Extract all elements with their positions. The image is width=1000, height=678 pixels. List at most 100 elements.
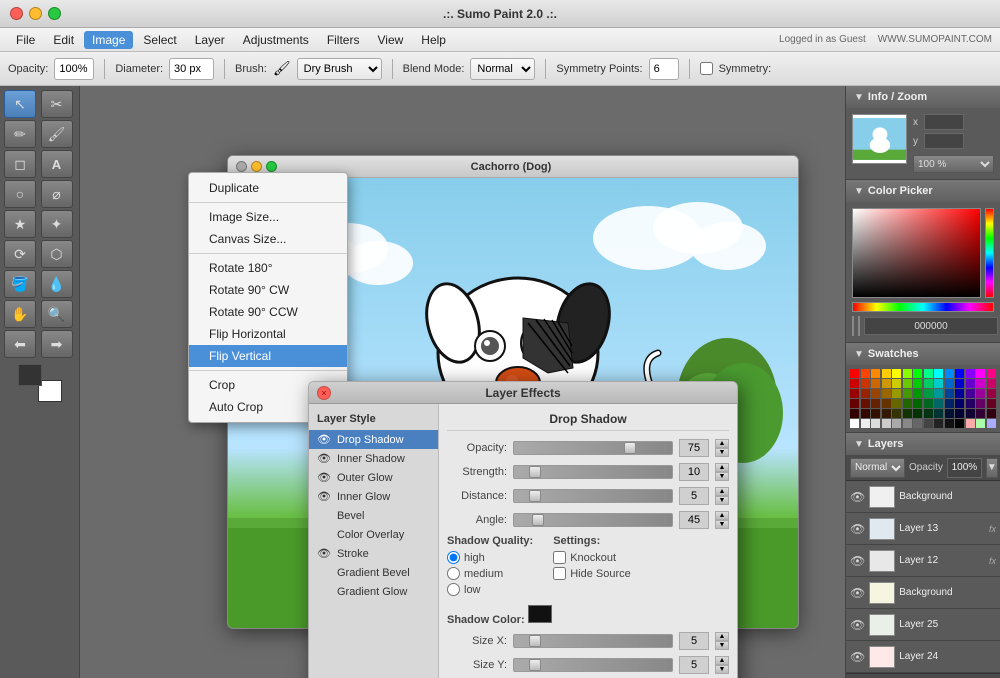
text-tool-btn[interactable]: A <box>41 150 73 178</box>
swatch[interactable] <box>913 419 922 428</box>
swatch[interactable] <box>934 389 943 398</box>
swatch[interactable] <box>966 369 975 378</box>
y-coord-input[interactable] <box>924 133 964 149</box>
pencil-tool-btn[interactable]: ✏ <box>4 120 36 148</box>
strength-up[interactable]: ▲ <box>715 463 729 472</box>
menu-adjustments[interactable]: Adjustments <box>235 31 317 49</box>
effect-gradient-glow[interactable]: 👁 Gradient Glow <box>309 582 438 601</box>
swatch[interactable] <box>903 369 912 378</box>
info-zoom-header[interactable]: ▼ Info / Zoom <box>846 86 1000 108</box>
swatch[interactable] <box>987 379 996 388</box>
swatch[interactable] <box>966 399 975 408</box>
swatch[interactable] <box>934 419 943 428</box>
hand-tool-btn[interactable]: ⬅ <box>4 330 36 358</box>
swatch[interactable] <box>966 379 975 388</box>
swatch[interactable] <box>913 409 922 418</box>
lasso-tool-btn[interactable]: ⌀ <box>41 180 73 208</box>
swatch[interactable] <box>987 409 996 418</box>
swatch[interactable] <box>850 419 859 428</box>
swatch[interactable] <box>945 379 954 388</box>
swatch[interactable] <box>892 389 901 398</box>
distance-down[interactable]: ▼ <box>715 496 729 505</box>
swatch[interactable] <box>924 419 933 428</box>
effect-color-overlay[interactable]: 👁 Color Overlay <box>309 525 438 544</box>
fg-bg-colors[interactable] <box>18 364 62 402</box>
hue-bar-vertical[interactable] <box>985 208 994 298</box>
layer-item[interactable]: 👁Layer 13fx <box>846 513 1000 545</box>
current-color-box[interactable] <box>852 316 854 336</box>
swatch[interactable] <box>850 389 859 398</box>
move-tool-btn[interactable]: ✋ <box>4 300 36 328</box>
menu-rotate180[interactable]: Rotate 180° <box>189 257 347 279</box>
swatch[interactable] <box>861 419 870 428</box>
x-coord-input[interactable] <box>924 114 964 130</box>
dropper-tool-btn[interactable]: 💧 <box>41 270 73 298</box>
menu-filters[interactable]: Filters <box>319 31 368 49</box>
layer-eye-icon[interactable]: 👁 <box>850 554 865 568</box>
size-y-slider[interactable] <box>513 658 673 672</box>
swatch[interactable] <box>987 389 996 398</box>
swatch[interactable] <box>871 409 880 418</box>
menu-image-size[interactable]: Image Size... <box>189 206 347 228</box>
layer-eye-icon[interactable]: 👁 <box>850 586 865 600</box>
maximize-button[interactable] <box>48 7 61 20</box>
swatch[interactable] <box>924 369 933 378</box>
opacity-down[interactable]: ▼ <box>715 448 729 457</box>
swatch[interactable] <box>945 389 954 398</box>
symmetry-points-input[interactable] <box>649 58 679 80</box>
swatch[interactable] <box>924 409 933 418</box>
quality-medium-radio[interactable] <box>447 567 460 580</box>
size-x-up[interactable]: ▲ <box>715 632 729 641</box>
layers-header[interactable]: ▼ Layers <box>846 433 1000 455</box>
knockout-checkbox[interactable] <box>553 551 566 564</box>
color-picker-header[interactable]: ▼ Color Picker <box>846 180 1000 202</box>
swatch[interactable] <box>892 399 901 408</box>
menu-image[interactable]: Image <box>84 31 133 49</box>
layer-item[interactable]: 👁Layer 24 <box>846 641 1000 673</box>
symmetry-checkbox[interactable] <box>700 62 713 75</box>
opacity-input[interactable] <box>54 58 94 80</box>
swatch[interactable] <box>903 419 912 428</box>
shadow-color-box[interactable] <box>528 605 552 623</box>
swatch[interactable] <box>892 409 901 418</box>
layer-eye-icon[interactable]: 👁 <box>850 490 865 504</box>
swatch[interactable] <box>882 379 891 388</box>
menu-layer[interactable]: Layer <box>187 31 233 49</box>
opacity-slider[interactable] <box>513 441 673 455</box>
menu-rotate90ccw[interactable]: Rotate 90° CCW <box>189 301 347 323</box>
menu-flip-v[interactable]: Flip Vertical <box>189 345 347 367</box>
swatch[interactable] <box>892 379 901 388</box>
swatch[interactable] <box>955 369 964 378</box>
arrow-tool-btn[interactable]: ➡ <box>41 330 73 358</box>
effect-stroke[interactable]: 👁 Stroke <box>309 544 438 563</box>
pattern-tool-btn[interactable]: ⬡ <box>41 240 73 268</box>
swatch[interactable] <box>861 369 870 378</box>
effect-drop-shadow[interactable]: 👁 Drop Shadow <box>309 430 438 449</box>
ornament-tool-btn[interactable]: ✦ <box>41 210 73 238</box>
layer-eye-icon[interactable]: 👁 <box>850 522 865 536</box>
fill-tool-btn[interactable]: 🪣 <box>4 270 36 298</box>
swatch[interactable] <box>861 399 870 408</box>
select-tool-btn[interactable]: ↖ <box>4 90 36 118</box>
distance-slider[interactable] <box>513 489 673 503</box>
color-value-input[interactable] <box>864 317 998 335</box>
swatch[interactable] <box>861 379 870 388</box>
swatch[interactable] <box>945 369 954 378</box>
swatch[interactable] <box>903 379 912 388</box>
swatch[interactable] <box>976 419 985 428</box>
swatch[interactable] <box>955 409 964 418</box>
swatch[interactable] <box>913 369 922 378</box>
menu-help[interactable]: Help <box>413 31 454 49</box>
effect-outer-glow[interactable]: 👁 Outer Glow <box>309 468 438 487</box>
secondary-color-box[interactable] <box>858 316 860 336</box>
effect-inner-glow[interactable]: 👁 Inner Glow <box>309 487 438 506</box>
eraser-tool-btn[interactable]: ◻ <box>4 150 36 178</box>
swatch[interactable] <box>934 409 943 418</box>
effect-bevel[interactable]: 👁 Bevel <box>309 506 438 525</box>
swatch[interactable] <box>976 399 985 408</box>
blend-mode-select[interactable]: Normal <box>470 58 535 80</box>
swatch[interactable] <box>882 389 891 398</box>
swatch[interactable] <box>987 419 996 428</box>
layer-eye-icon[interactable]: 👁 <box>850 618 865 632</box>
dialog-close-btn[interactable]: × <box>317 386 331 400</box>
